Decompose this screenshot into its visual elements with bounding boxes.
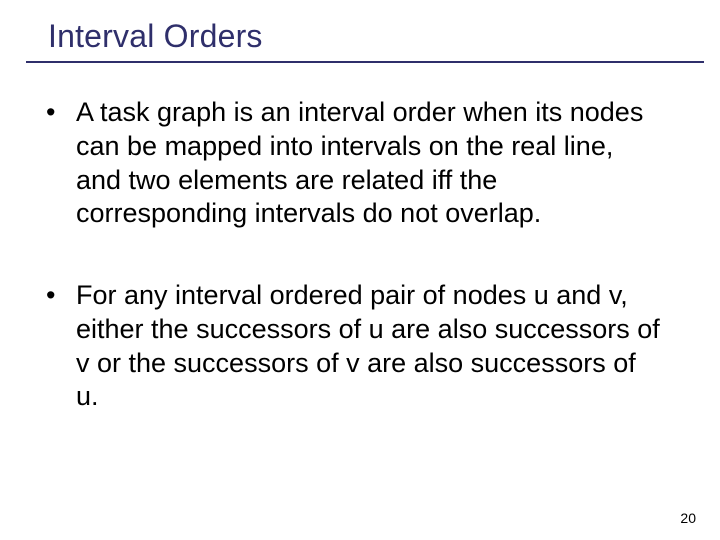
slide-body: A task graph is an interval order when i… bbox=[40, 96, 664, 462]
bullet-list: A task graph is an interval order when i… bbox=[40, 96, 664, 414]
list-item: A task graph is an interval order when i… bbox=[40, 96, 664, 231]
page-number: 20 bbox=[680, 510, 696, 526]
list-item: For any interval ordered pair of nodes u… bbox=[40, 279, 664, 414]
slide-title: Interval Orders bbox=[0, 18, 720, 61]
title-underline bbox=[26, 61, 704, 63]
slide-header: Interval Orders bbox=[0, 18, 720, 63]
